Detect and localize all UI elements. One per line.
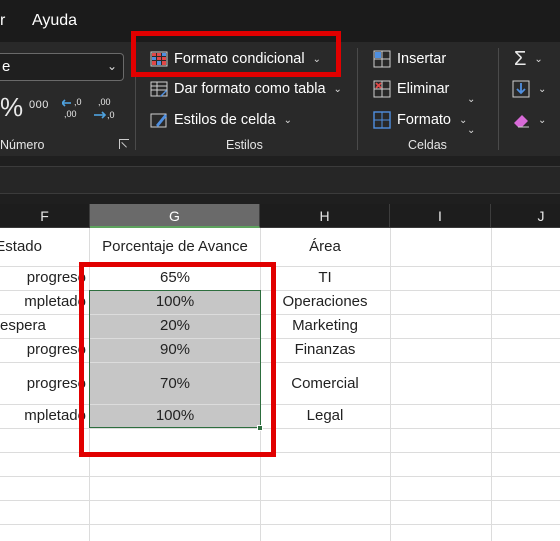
cell-header-porcentaje[interactable]: Porcentaje de Avance: [90, 235, 260, 259]
format-label: Formato: [397, 112, 451, 128]
cell-estado[interactable]: progreso: [0, 338, 88, 362]
group-label-celdas: Celdas: [408, 138, 447, 152]
column-header-j[interactable]: J: [491, 204, 560, 228]
eraser-icon: [512, 111, 530, 129]
delete-label: Eliminar: [397, 81, 450, 97]
column-header-f[interactable]: F: [0, 204, 90, 228]
ribbon-separator: [498, 48, 499, 150]
chevron-down-icon: ⌄: [538, 83, 547, 95]
sigma-icon: Σ: [514, 47, 527, 70]
chevron-down-icon: ⌄: [534, 53, 543, 65]
chevron-down-icon[interactable]: ⌄: [467, 94, 475, 105]
formula-bar-area: [0, 156, 560, 204]
chevron-down-icon: ⌄: [283, 114, 292, 126]
format-button[interactable]: Formato ⌄: [373, 107, 467, 133]
cell-estado[interactable]: progreso: [0, 372, 88, 396]
cell-area[interactable]: Comercial: [260, 372, 390, 396]
percent-style-button[interactable]: %: [0, 92, 23, 123]
number-format-dropdown[interactable]: e ⌄: [0, 53, 124, 81]
cell-styles-icon: [150, 111, 168, 129]
format-as-table-button[interactable]: Dar formato como tabla ⌄: [150, 76, 342, 102]
svg-text:,0: ,0: [74, 97, 82, 107]
insert-label: Insertar: [397, 51, 447, 67]
comma-style-button[interactable]: 000: [29, 99, 49, 111]
format-as-table-icon: [150, 80, 168, 98]
column-headers: F G H I J: [0, 204, 560, 228]
cell-estado[interactable]: mpletado: [0, 290, 88, 314]
cell-estado[interactable]: mpletado: [0, 404, 88, 428]
delete-cells-icon: [373, 80, 391, 98]
cell-area[interactable]: Operaciones: [260, 290, 390, 314]
delete-button[interactable]: Eliminar: [373, 76, 449, 102]
cell-area[interactable]: TI: [260, 266, 390, 290]
grid-line: [390, 228, 391, 541]
menu-item-ayuda[interactable]: Ayuda: [32, 12, 77, 30]
decrease-decimal-button[interactable]: ,0 ,00: [60, 94, 88, 120]
increase-decimal-icon: ,00 ,0: [94, 97, 115, 120]
chevron-down-icon: ⌄: [538, 114, 547, 126]
cell-styles-button[interactable]: Estilos de celda ⌄: [150, 107, 292, 133]
chevron-down-icon: ⌄: [333, 83, 342, 95]
insert-button[interactable]: Insertar: [373, 46, 446, 72]
chevron-down-icon: ⌄: [459, 114, 468, 126]
menu-item-partial[interactable]: r: [0, 12, 5, 30]
cell-area[interactable]: Marketing: [260, 314, 390, 338]
increase-decimal-button[interactable]: ,00 ,0: [94, 94, 120, 120]
cell-estado[interactable]: progreso: [0, 266, 88, 290]
decrease-decimal-icon: ,0 ,00: [60, 97, 82, 119]
chevron-down-icon[interactable]: ⌄: [467, 125, 475, 136]
highlight-box-conditional-format: [131, 31, 341, 77]
cell-estado[interactable]: espera: [0, 314, 88, 338]
fill-button[interactable]: ⌄: [512, 76, 546, 102]
grid-line: [0, 476, 560, 477]
cell-header-area[interactable]: Área: [260, 235, 390, 259]
ribbon-separator: [357, 48, 358, 150]
fill-down-icon: [512, 80, 530, 98]
insert-cells-icon: [373, 50, 391, 68]
svg-text:,0: ,0: [107, 110, 115, 120]
autosum-button[interactable]: Σ ⌄: [514, 46, 543, 72]
dialog-launcher-icon[interactable]: [119, 139, 129, 149]
column-header-g[interactable]: G: [90, 204, 260, 228]
cell-styles-label: Estilos de celda: [174, 112, 276, 128]
cell-header-estado[interactable]: Estado: [0, 235, 44, 259]
group-label-estilos: Estilos: [226, 138, 263, 152]
format-as-table-label: Dar formato como tabla: [174, 81, 326, 97]
formula-bar[interactable]: [0, 166, 560, 194]
clear-button[interactable]: ⌄: [512, 107, 546, 133]
column-header-i[interactable]: I: [390, 204, 491, 228]
grid-line: [0, 500, 560, 501]
cell-area[interactable]: Legal: [260, 404, 390, 428]
svg-text:,00: ,00: [98, 97, 111, 107]
column-header-h[interactable]: H: [260, 204, 390, 228]
group-label-numero: Número: [0, 138, 45, 152]
number-format-value: e: [2, 58, 11, 75]
grid-line: [0, 524, 560, 525]
format-cells-icon: [373, 111, 391, 129]
grid-line: [491, 228, 492, 541]
cell-area[interactable]: Finanzas: [260, 338, 390, 362]
chevron-down-icon: ⌄: [106, 59, 117, 73]
svg-text:,00: ,00: [64, 109, 77, 119]
highlight-box-range: [79, 262, 276, 457]
